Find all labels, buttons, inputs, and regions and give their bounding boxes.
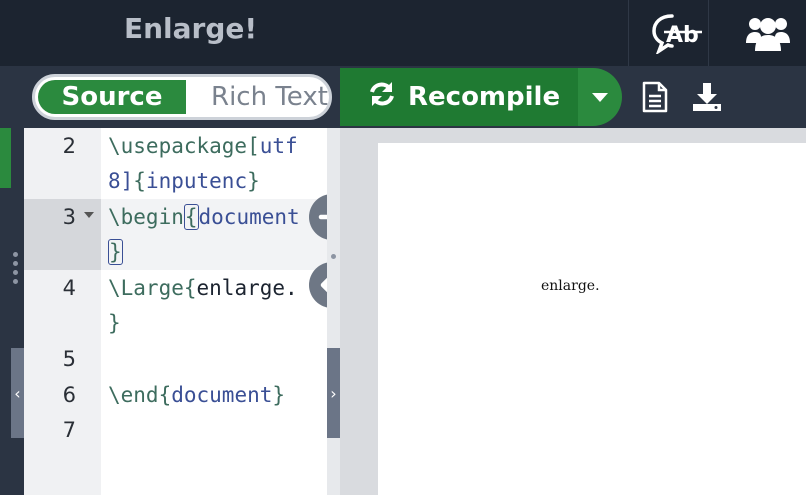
code-argument: 8] (108, 169, 134, 193)
refresh-icon (368, 80, 396, 115)
recompile-button[interactable]: Recompile (340, 68, 580, 126)
translate-ab-icon[interactable]: Ab (646, 6, 708, 60)
code-argument: inputenc (145, 169, 248, 193)
code-argument: document (171, 383, 273, 407)
active-panel-indicator (0, 128, 11, 188)
code-line: \begin{document (108, 204, 300, 230)
latex-command: \begin (108, 205, 184, 229)
code-line-wrap: 8]{inputenc} (108, 169, 260, 193)
fold-caret-icon[interactable] (84, 212, 94, 218)
recompile-options-button[interactable] (578, 68, 622, 126)
chevron-right-icon: › (330, 383, 337, 403)
editor-toolbar: Source Rich Text Recompile (0, 66, 806, 128)
header-separator (708, 0, 709, 66)
code-bracket: } (272, 383, 286, 407)
code-text: enlarge. (196, 276, 298, 300)
code-line: \end{document} (108, 383, 285, 407)
code-line: \usepackage[utf (108, 134, 298, 158)
line-number: 4 (62, 276, 76, 300)
chevron-left-icon: ‹ (14, 383, 21, 403)
users-group-icon[interactable] (737, 6, 799, 60)
top-header: Enlarge! Ab (0, 0, 806, 66)
line-number: 2 (62, 134, 76, 158)
line-number: 7 (62, 418, 76, 442)
latex-command: \end (108, 383, 159, 407)
line-number: 3 (62, 205, 76, 229)
split-handle[interactable] (331, 254, 336, 259)
download-icon[interactable] (690, 80, 724, 114)
code-bracket: } (108, 311, 121, 335)
code-bracket: } (247, 169, 260, 193)
rich-text-mode-button[interactable]: Rich Text (211, 79, 328, 115)
code-argument: document (198, 205, 300, 229)
latex-command: \Large (108, 276, 184, 300)
code-line-wrap: } (108, 239, 123, 265)
code-line: \Large{enlarge. (108, 276, 298, 300)
svg-text:Ab: Ab (666, 23, 699, 48)
document-icon[interactable] (638, 80, 672, 114)
project-title: Enlarge! (124, 12, 258, 45)
panel-resize-handle[interactable] (13, 252, 19, 288)
matched-bracket: } (108, 239, 123, 265)
code-bracket: [ (247, 134, 260, 158)
code-line-wrap: } (108, 311, 121, 335)
collapse-preview-button[interactable]: › (327, 348, 340, 438)
editor-mode-toggle[interactable]: Source Rich Text (32, 74, 332, 120)
expand-left-panel-button[interactable]: ‹ (11, 348, 24, 438)
caret-down-icon (592, 88, 608, 107)
recompile-label: Recompile (408, 82, 561, 112)
code-argument: utf (259, 134, 298, 158)
code-bracket: { (183, 276, 197, 300)
source-mode-button[interactable]: Source (38, 80, 186, 114)
line-number: 5 (62, 347, 76, 371)
code-bracket: { (158, 383, 172, 407)
rendered-text: enlarge. (541, 278, 600, 294)
line-number: 6 (62, 383, 76, 407)
latex-command: \usepackage (108, 134, 248, 158)
matched-bracket: { (183, 204, 199, 230)
split-divider[interactable] (327, 128, 340, 495)
pdf-page[interactable]: enlarge. (378, 143, 806, 495)
header-separator (628, 0, 629, 66)
code-bracket: { (133, 169, 146, 193)
